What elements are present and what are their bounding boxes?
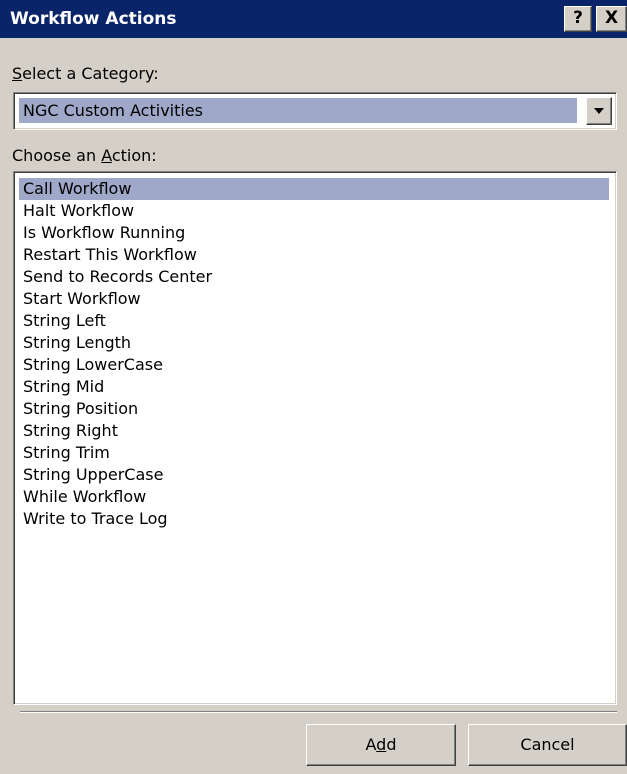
list-item[interactable]: String Length — [19, 332, 609, 354]
category-label: Select a Category: — [12, 64, 159, 84]
window-title: Workflow Actions — [10, 9, 177, 29]
action-listbox[interactable]: Call Workflow Halt Workflow Is Workflow Ru… — [13, 171, 617, 705]
list-item[interactable]: Write to Trace Log — [19, 508, 609, 530]
category-dropdown[interactable]: NGC Custom Activities — [13, 92, 617, 130]
list-item[interactable]: String UpperCase — [19, 464, 609, 486]
list-item[interactable]: Start Workflow — [19, 288, 609, 310]
chevron-down-icon — [594, 108, 604, 114]
action-label: Choose an Action: — [12, 146, 157, 166]
list-item[interactable]: Restart This Workflow — [19, 244, 609, 266]
close-button[interactable]: X — [596, 6, 627, 32]
list-item[interactable]: Is Workflow Running — [19, 222, 609, 244]
action-label-text: ction: — [111, 146, 157, 165]
list-item[interactable]: Send to Records Center — [19, 266, 609, 288]
cancel-button[interactable]: Cancel — [468, 724, 627, 766]
add-button-rest: d — [386, 735, 397, 754]
workflow-actions-dialog: Workflow Actions ? X Select a Category: … — [0, 0, 627, 774]
action-label-pre: Choose an — [12, 146, 102, 165]
list-item[interactable]: String Position — [19, 398, 609, 420]
category-label-mnemonic: S — [12, 64, 23, 83]
dropdown-arrow-button[interactable] — [586, 97, 612, 125]
list-item[interactable]: While Workflow — [19, 486, 609, 508]
list-item[interactable]: String LowerCase — [19, 354, 609, 376]
list-item[interactable]: String Left — [19, 310, 609, 332]
title-bar[interactable]: Workflow Actions ? X — [0, 0, 627, 38]
list-item[interactable]: String Right — [19, 420, 609, 442]
add-button-pre: A — [365, 735, 377, 754]
category-label-text: elect a Category: — [22, 64, 159, 83]
list-item[interactable]: Call Workflow — [19, 178, 609, 200]
list-item[interactable]: String Mid — [19, 376, 609, 398]
category-selected-value[interactable]: NGC Custom Activities — [19, 98, 577, 123]
action-label-mnemonic: A — [101, 146, 112, 165]
separator — [20, 711, 617, 713]
add-button-mnemonic: d — [376, 735, 387, 754]
add-button[interactable]: Add — [306, 724, 456, 766]
list-item[interactable]: String Trim — [19, 442, 609, 464]
list-item[interactable]: Halt Workflow — [19, 200, 609, 222]
help-button[interactable]: ? — [564, 6, 592, 32]
action-list: Call Workflow Halt Workflow Is Workflow Ru… — [19, 178, 609, 530]
